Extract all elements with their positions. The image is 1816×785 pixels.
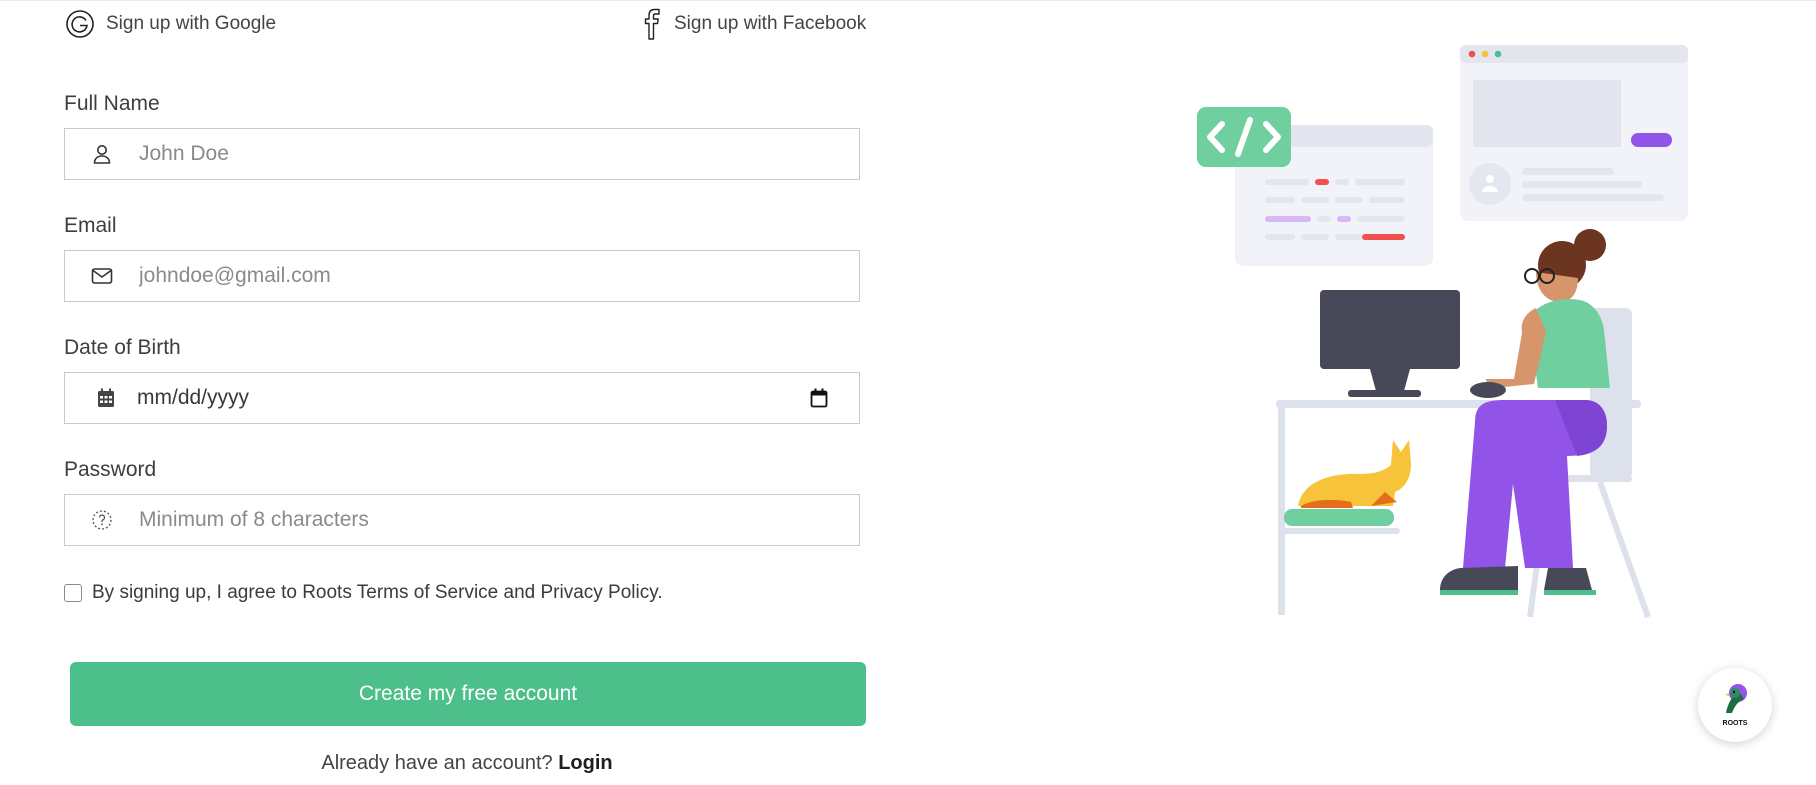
full-name-field[interactable] (64, 128, 860, 180)
developer-illustration (1170, 40, 1690, 625)
roots-badge-label: ROOTS (1722, 720, 1748, 727)
monitor-illustration (1320, 290, 1460, 397)
terms-checkbox[interactable] (64, 584, 82, 602)
full-name-label: Full Name (64, 92, 160, 115)
login-prompt-text: Already have an account? (321, 752, 553, 774)
terms-row: By signing up, I agree to Roots Terms of… (64, 582, 663, 604)
user-icon (65, 143, 139, 165)
dob-field[interactable]: mm/dd/yyyy (64, 372, 860, 424)
password-field[interactable] (64, 494, 860, 546)
email-label: Email (64, 214, 117, 237)
cat-illustration (1298, 440, 1411, 508)
mail-icon (65, 267, 139, 285)
facebook-signup-button[interactable]: Sign up with Facebook (640, 8, 866, 40)
email-input[interactable] (139, 251, 859, 301)
full-name-input[interactable] (139, 129, 859, 179)
google-signup-label: Sign up with Google (106, 13, 277, 34)
lock-help-icon (65, 509, 139, 531)
dob-label: Date of Birth (64, 336, 181, 359)
password-input[interactable] (139, 495, 859, 545)
facebook-icon (640, 8, 664, 40)
google-icon (64, 8, 96, 40)
calendar-picker-icon (810, 388, 828, 408)
date-picker-button[interactable] (779, 388, 859, 408)
person-illustration (1440, 229, 1610, 595)
browser-window-illustration (1460, 45, 1688, 221)
login-link[interactable]: Login (558, 752, 612, 774)
facebook-signup-label: Sign up with Facebook (674, 13, 867, 34)
login-prompt: Already have an account? Login (0, 752, 934, 775)
code-window-illustration (1197, 107, 1433, 266)
password-label: Password (64, 458, 157, 481)
calendar-icon (65, 388, 137, 408)
google-signup-button[interactable]: Sign up with Google (64, 8, 276, 40)
create-account-button[interactable]: Create my free account (70, 662, 866, 726)
email-field[interactable] (64, 250, 860, 302)
dob-input[interactable]: mm/dd/yyyy (137, 386, 779, 410)
terms-text: By signing up, I agree to Roots Terms of… (92, 582, 663, 603)
roots-badge-button[interactable]: ROOTS (1698, 668, 1772, 742)
parrot-icon (1718, 683, 1752, 722)
top-divider (0, 0, 1816, 1)
